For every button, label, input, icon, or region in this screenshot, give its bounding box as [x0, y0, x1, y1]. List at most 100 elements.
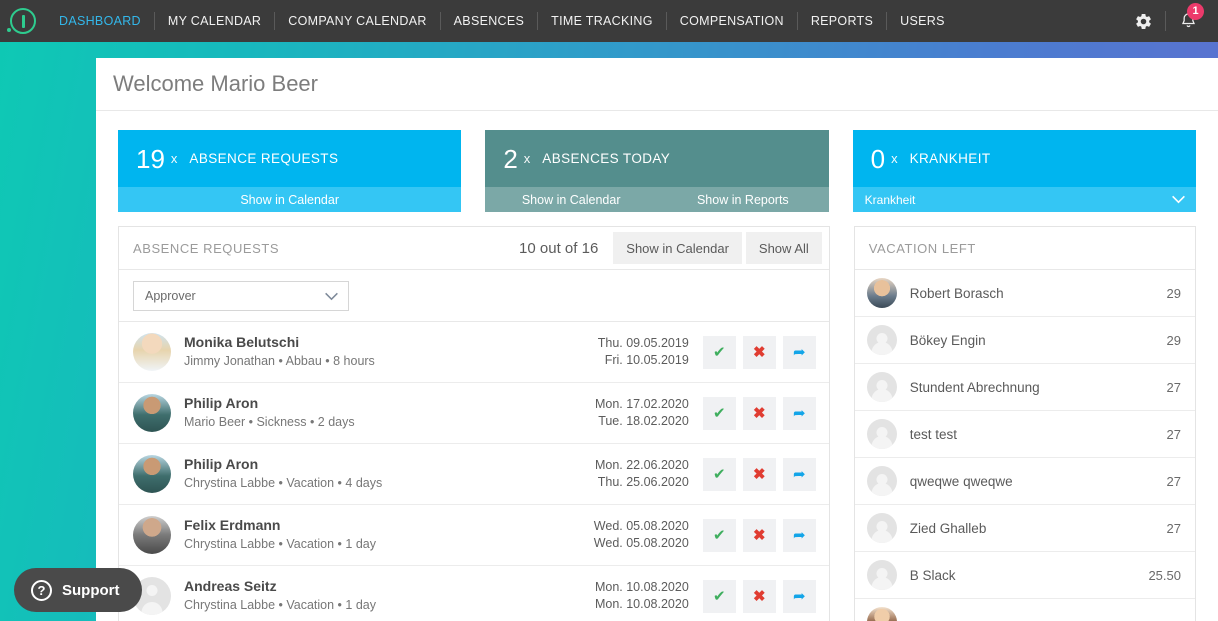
- vacation-days-left: 29: [1166, 332, 1181, 348]
- reject-button[interactable]: ✖: [742, 579, 776, 613]
- nav-link-reports[interactable]: REPORTS: [798, 12, 888, 30]
- absence-type-value: Krankheit: [864, 192, 916, 207]
- requests-count: 10 out of 16: [519, 239, 599, 257]
- photo-male-glasses-image: [866, 278, 897, 308]
- app-logo[interactable]: [0, 0, 46, 42]
- forward-button[interactable]: ➦: [782, 335, 816, 369]
- request-dates: Wed. 05.08.2020 Wed. 05.08.2020: [594, 518, 703, 552]
- approve-button[interactable]: ✔: [702, 396, 736, 430]
- stat-card-top: 2 x ABSENCES TODAY: [485, 130, 829, 187]
- approver-select[interactable]: Approver: [133, 281, 349, 311]
- panels-row: ABSENCE REQUESTS 10 out of 16 Show in Ca…: [96, 212, 1218, 621]
- request-details: Chrystina Labbe • Vacation • 4 days: [184, 476, 383, 490]
- nav-right-group: 1: [1122, 0, 1218, 42]
- stat-count: 2: [503, 143, 518, 174]
- absence-requests-list: Monika Belutschi Jimmy Jonathan • Abbau •…: [119, 322, 829, 621]
- avatar-placeholder-body: [871, 577, 893, 590]
- nav-link-dashboard[interactable]: DASHBOARD: [46, 12, 155, 30]
- stat-card-absences-today: 2 x ABSENCES TODAY Show in Calendar Show in …: [485, 130, 829, 212]
- request-person-name: Philip Aron: [184, 456, 259, 472]
- request-dates: Mon. 10.08.2020 Mon. 10.08.2020: [595, 579, 703, 613]
- support-button[interactable]: ? Support: [14, 568, 142, 612]
- stat-label: ABSENCE REQUESTS: [189, 151, 339, 166]
- request-details: Chrystina Labbe • Vacation • 1 day: [184, 537, 376, 551]
- avatar: [866, 372, 897, 402]
- logo-dot: [7, 28, 11, 32]
- show-in-calendar-button[interactable]: Show in Calendar: [613, 232, 742, 264]
- reject-button[interactable]: ✖: [742, 518, 776, 552]
- photo-male-plaid-image: [133, 394, 171, 432]
- request-date-from: Thu. 09.05.2019: [597, 336, 689, 350]
- settings-button[interactable]: [1122, 11, 1166, 31]
- avatar-placeholder-body: [871, 436, 893, 449]
- notification-badge: 1: [1187, 3, 1204, 20]
- request-actions: ✔ ✖ ➦: [702, 518, 816, 552]
- approve-button[interactable]: ✔: [702, 335, 736, 369]
- reject-button[interactable]: ✖: [742, 457, 776, 491]
- avatar-placeholder-body: [871, 530, 893, 543]
- forward-button[interactable]: ➦: [782, 457, 816, 491]
- avatar: [133, 516, 171, 554]
- stat-label: ABSENCES TODAY: [542, 151, 671, 166]
- avatar-placeholder-body: [871, 389, 893, 402]
- stat-card-action-show-in-reports[interactable]: Show in Reports: [657, 187, 829, 212]
- stat-cards-row: 19 x ABSENCE REQUESTS Show in Calendar 2 x ABS…: [96, 111, 1218, 212]
- reject-button[interactable]: ✖: [742, 396, 776, 430]
- request-date-to: Thu. 25.06.2020: [597, 475, 689, 489]
- stat-card-action-show-in-calendar[interactable]: Show in Calendar: [118, 187, 462, 212]
- photo-male-dark-image: [133, 516, 171, 554]
- avatar: [866, 419, 897, 449]
- table-row: Felix Erdmann Chrystina Labbe • Vacation …: [119, 505, 829, 566]
- nav-link-company-calendar[interactable]: COMPANY CALENDAR: [275, 12, 441, 30]
- vacation-days-left: 27: [1166, 379, 1181, 395]
- avatar: [866, 560, 897, 590]
- nav-link-my-calendar[interactable]: MY CALENDAR: [155, 12, 276, 30]
- request-actions: ✔ ✖ ➦: [702, 457, 816, 491]
- stat-card-action-show-in-calendar[interactable]: Show in Calendar: [485, 187, 657, 212]
- nav-link-users[interactable]: USERS: [887, 12, 958, 30]
- chevron-down-icon: [325, 292, 338, 300]
- request-names: Philip Aron Mario Beer • Sickness • 2 day…: [184, 395, 355, 431]
- stat-label: KRANKHEIT: [909, 151, 991, 166]
- request-person-name: Monika Belutschi: [184, 334, 300, 350]
- vacation-left-panel: VACATION LEFT Robert Borasch 29 Bökey Engi…: [853, 226, 1196, 621]
- forward-button[interactable]: ➦: [782, 518, 816, 552]
- avatar: [133, 333, 171, 371]
- reject-button[interactable]: ✖: [742, 335, 776, 369]
- absence-requests-header: ABSENCE REQUESTS 10 out of 16 Show in Ca…: [119, 227, 829, 270]
- request-names: Monika Belutschi Jimmy Jonathan • Abbau •…: [184, 334, 375, 370]
- forward-button[interactable]: ➦: [782, 396, 816, 430]
- approve-button[interactable]: ✔: [702, 457, 736, 491]
- main-content-card: Welcome Mario Beer 19 x ABSENCE REQUESTS Sh…: [96, 58, 1218, 621]
- table-row: Andreas Seitz Chrystina Labbe • Vacation …: [119, 566, 829, 621]
- vacation-left-title: VACATION LEFT: [868, 240, 976, 256]
- question-mark-icon: ?: [31, 579, 52, 601]
- nav-link-time-tracking[interactable]: TIME TRACKING: [538, 12, 667, 30]
- list-item: test test 27: [854, 411, 1195, 458]
- nav-link-compensation[interactable]: COMPENSATION: [667, 12, 798, 30]
- avatar-placeholder-body: [871, 483, 893, 496]
- stat-card-actions: Show in Calendar: [118, 187, 462, 212]
- absence-requests-header-actions: 10 out of 16 Show in Calendar Show All: [519, 227, 829, 269]
- show-all-button[interactable]: Show All: [745, 232, 822, 264]
- request-date-from: Mon. 17.02.2020: [594, 397, 689, 411]
- stat-multiplier: x: [523, 151, 531, 166]
- vacation-person-name: Bökey Engin: [909, 332, 986, 348]
- stat-multiplier: x: [891, 151, 898, 166]
- list-item: Robert Borasch 29: [854, 270, 1195, 317]
- chevron-down-icon: [1172, 195, 1185, 204]
- approve-button[interactable]: ✔: [702, 518, 736, 552]
- approve-button[interactable]: ✔: [702, 579, 736, 613]
- vacation-days-left: 29: [1166, 285, 1181, 301]
- nav-link-absences[interactable]: ABSENCES: [441, 12, 539, 30]
- request-details: Mario Beer • Sickness • 2 days: [184, 415, 355, 429]
- vacation-left-list: Robert Borasch 29 Bökey Engin 29 Stundent Ab…: [854, 270, 1195, 621]
- notifications-button[interactable]: 1: [1166, 0, 1210, 42]
- list-item: B Slack 25.50: [854, 552, 1195, 599]
- avatar: [866, 607, 897, 621]
- avatar: [866, 278, 897, 308]
- request-dates: Mon. 22.06.2020 Thu. 25.06.2020: [595, 457, 703, 491]
- absence-type-dropdown[interactable]: Krankheit: [852, 187, 1196, 212]
- stat-count: 0: [870, 143, 886, 174]
- forward-button[interactable]: ➦: [782, 579, 816, 613]
